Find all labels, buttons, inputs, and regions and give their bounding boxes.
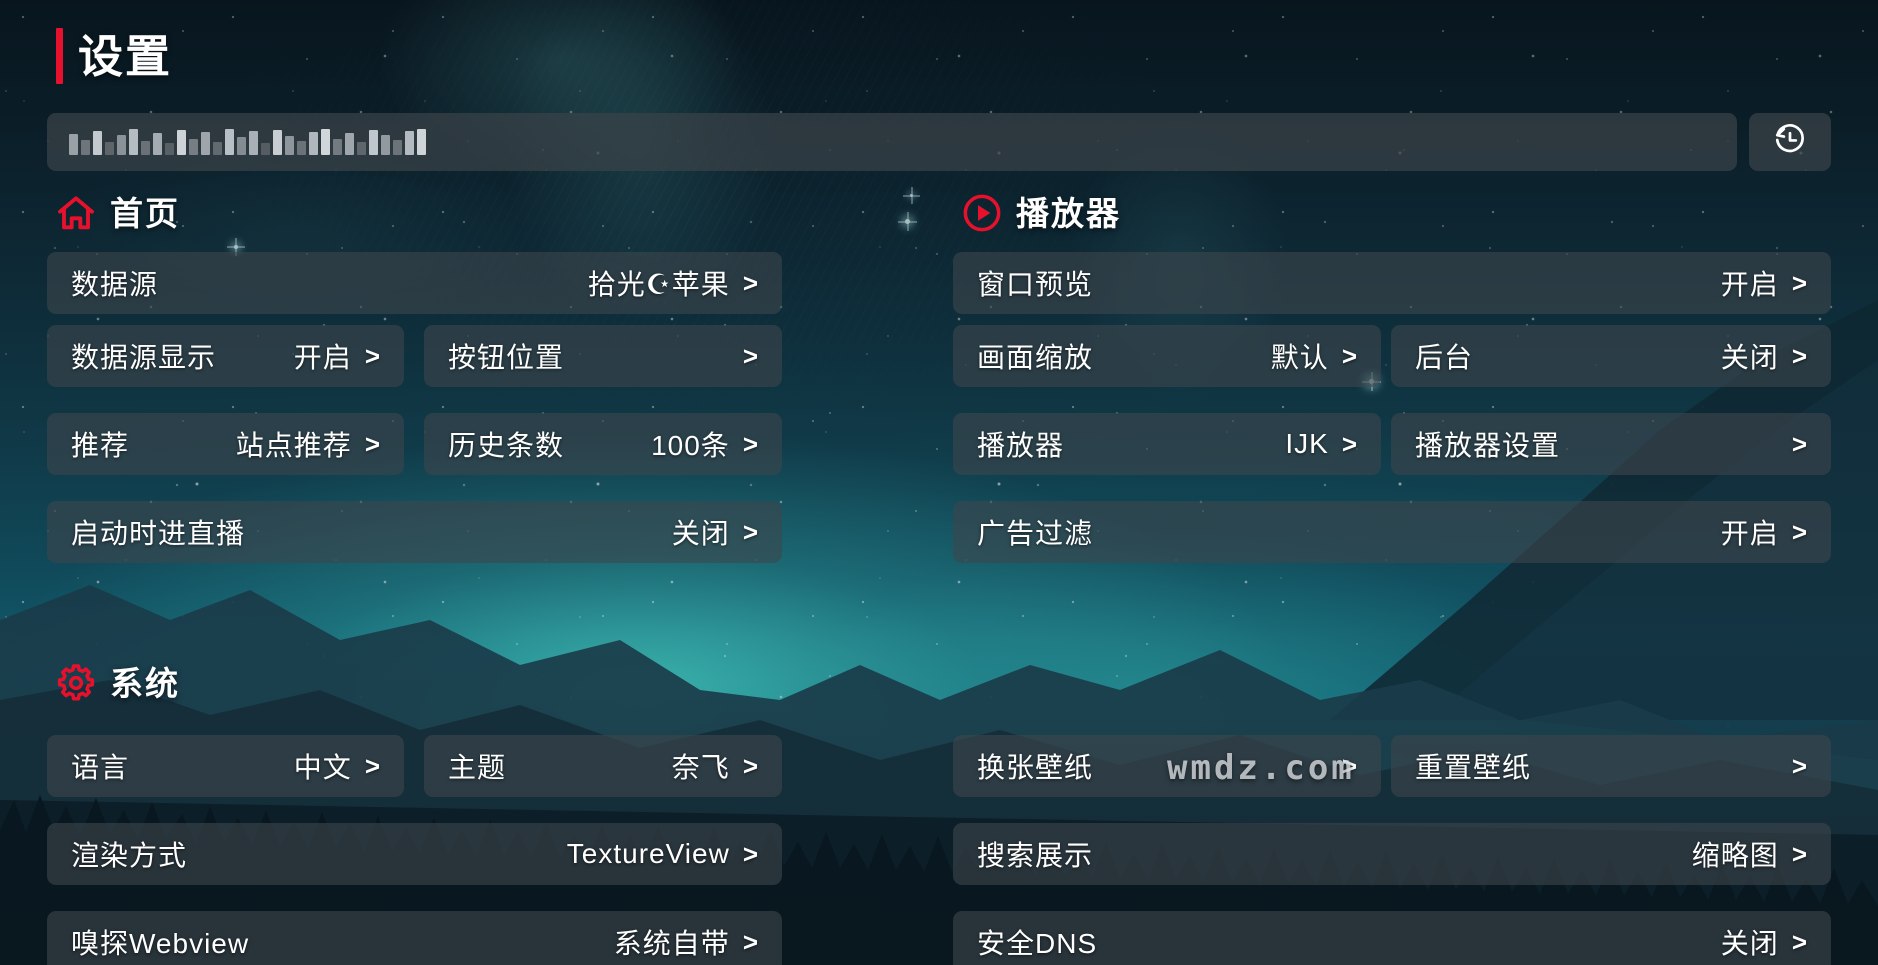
row-theme[interactable]: 主题 奈飞 > (424, 735, 782, 797)
row-label: 数据源显示 (71, 342, 217, 373)
row-ad-filter[interactable]: 广告过滤 开启 > (953, 501, 1831, 563)
row-value: 系统自带 (613, 928, 730, 959)
search-input[interactable]: ▓▓▓▓▓▓▓▓▓▓ (47, 113, 1737, 171)
row-label: 数据源 (71, 269, 159, 300)
row-window-preview[interactable]: 窗口预览 开启 > (953, 252, 1831, 314)
row-label: 重置壁纸 (1415, 752, 1532, 783)
row-label: 按钮位置 (448, 342, 565, 373)
row-live-on-startup[interactable]: 启动时进直播 关闭 > (47, 501, 782, 563)
row-value: 开启 (293, 342, 352, 373)
row-render-mode[interactable]: 渲染方式 TextureView > (47, 823, 782, 885)
row-value: 关闭 (1720, 928, 1779, 959)
search-row: ▓▓▓▓▓▓▓▓▓▓ (47, 113, 1831, 171)
row-label: 语言 (71, 752, 130, 783)
home-icon (56, 193, 96, 233)
chevron-right-icon: > (1791, 751, 1807, 781)
chevron-right-icon: > (364, 429, 380, 459)
section-header-home: 首页 (56, 193, 180, 233)
settings-screen: 设置 ▓▓▓▓▓▓▓▓▓▓ (0, 0, 1878, 965)
chevron-right-icon: > (1341, 429, 1357, 459)
chevron-right-icon: > (1791, 839, 1807, 869)
page-title-text: 设置 (78, 30, 173, 82)
row-language[interactable]: 语言 中文 > (47, 735, 404, 797)
row-value: IJK (1285, 428, 1329, 459)
row-data-source-display[interactable]: 数据源显示 开启 > (47, 325, 404, 387)
row-value: 关闭 (671, 518, 730, 549)
row-label: 广告过滤 (977, 518, 1094, 549)
row-label: 画面缩放 (977, 342, 1094, 373)
section-title-home: 首页 (110, 194, 180, 232)
page-title: 设置 (56, 28, 172, 84)
row-value: TextureView (566, 838, 730, 869)
row-recommend[interactable]: 推荐 站点推荐 > (47, 413, 404, 475)
row-label: 历史条数 (448, 430, 565, 461)
row-label: 渲染方式 (71, 840, 188, 871)
row-label: 安全DNS (977, 928, 1098, 959)
chevron-right-icon: > (364, 751, 380, 781)
chevron-right-icon: > (742, 341, 758, 371)
row-label: 窗口预览 (977, 269, 1094, 300)
history-icon (1773, 123, 1807, 162)
section-header-system: 系统 (56, 663, 180, 703)
row-secure-dns[interactable]: 安全DNS 关闭 > (953, 911, 1831, 965)
chevron-right-icon: > (1791, 927, 1807, 957)
row-value: 站点推荐 (235, 430, 352, 461)
row-label: 换张壁纸 (977, 752, 1094, 783)
row-value: 开启 (1720, 269, 1779, 300)
row-history-count[interactable]: 历史条数 100条 > (424, 413, 782, 475)
row-value: 奈飞 (671, 752, 730, 783)
row-value: 缩略图 (1691, 840, 1779, 871)
row-label: 主题 (448, 752, 507, 783)
chevron-right-icon: > (742, 429, 758, 459)
row-label: 嗅探Webview (71, 928, 250, 959)
chevron-right-icon: > (1341, 341, 1357, 371)
chevron-right-icon: > (1791, 268, 1807, 298)
row-value: 开启 (1720, 518, 1779, 549)
play-circle-icon (962, 193, 1002, 233)
gear-icon (56, 663, 96, 703)
row-label: 播放器设置 (1415, 430, 1561, 461)
search-masked-text (69, 129, 426, 155)
row-value: 100条 (651, 430, 730, 461)
row-background-play[interactable]: 后台 关闭 > (1391, 325, 1831, 387)
row-label: 后台 (1415, 342, 1474, 373)
row-label: 播放器 (977, 430, 1065, 461)
history-button[interactable] (1749, 113, 1831, 171)
section-title-player: 播放器 (1016, 194, 1121, 232)
chevron-right-icon: > (364, 341, 380, 371)
row-search-display[interactable]: 搜索展示 缩略图 > (953, 823, 1831, 885)
row-change-wallpaper[interactable]: 换张壁纸 > (953, 735, 1381, 797)
chevron-right-icon: > (742, 839, 758, 869)
section-title-system: 系统 (110, 664, 180, 702)
chevron-right-icon: > (1791, 429, 1807, 459)
row-value: 拾光☪苹果 (587, 269, 730, 300)
row-screen-scale[interactable]: 画面缩放 默认 > (953, 325, 1381, 387)
row-data-source[interactable]: 数据源 拾光☪苹果 > (47, 252, 782, 314)
row-button-position[interactable]: 按钮位置 > (424, 325, 782, 387)
row-label: 启动时进直播 (71, 518, 246, 549)
row-value: 中文 (293, 752, 352, 783)
row-player-core[interactable]: 播放器 IJK > (953, 413, 1381, 475)
row-sniffer-webview[interactable]: 嗅探Webview 系统自带 > (47, 911, 782, 965)
chevron-right-icon: > (1791, 341, 1807, 371)
chevron-right-icon: > (1791, 517, 1807, 547)
chevron-right-icon: > (742, 517, 758, 547)
section-header-player: 播放器 (962, 193, 1121, 233)
row-label: 推荐 (71, 430, 130, 461)
row-value: 关闭 (1720, 342, 1779, 373)
title-accent-bar (56, 28, 63, 84)
row-player-settings[interactable]: 播放器设置 > (1391, 413, 1831, 475)
chevron-right-icon: > (742, 268, 758, 298)
row-value: 默认 (1270, 342, 1329, 373)
chevron-right-icon: > (742, 927, 758, 957)
chevron-right-icon: > (1341, 751, 1357, 781)
chevron-right-icon: > (742, 751, 758, 781)
row-label: 搜索展示 (977, 840, 1094, 871)
row-reset-wallpaper[interactable]: 重置壁纸 > (1391, 735, 1831, 797)
